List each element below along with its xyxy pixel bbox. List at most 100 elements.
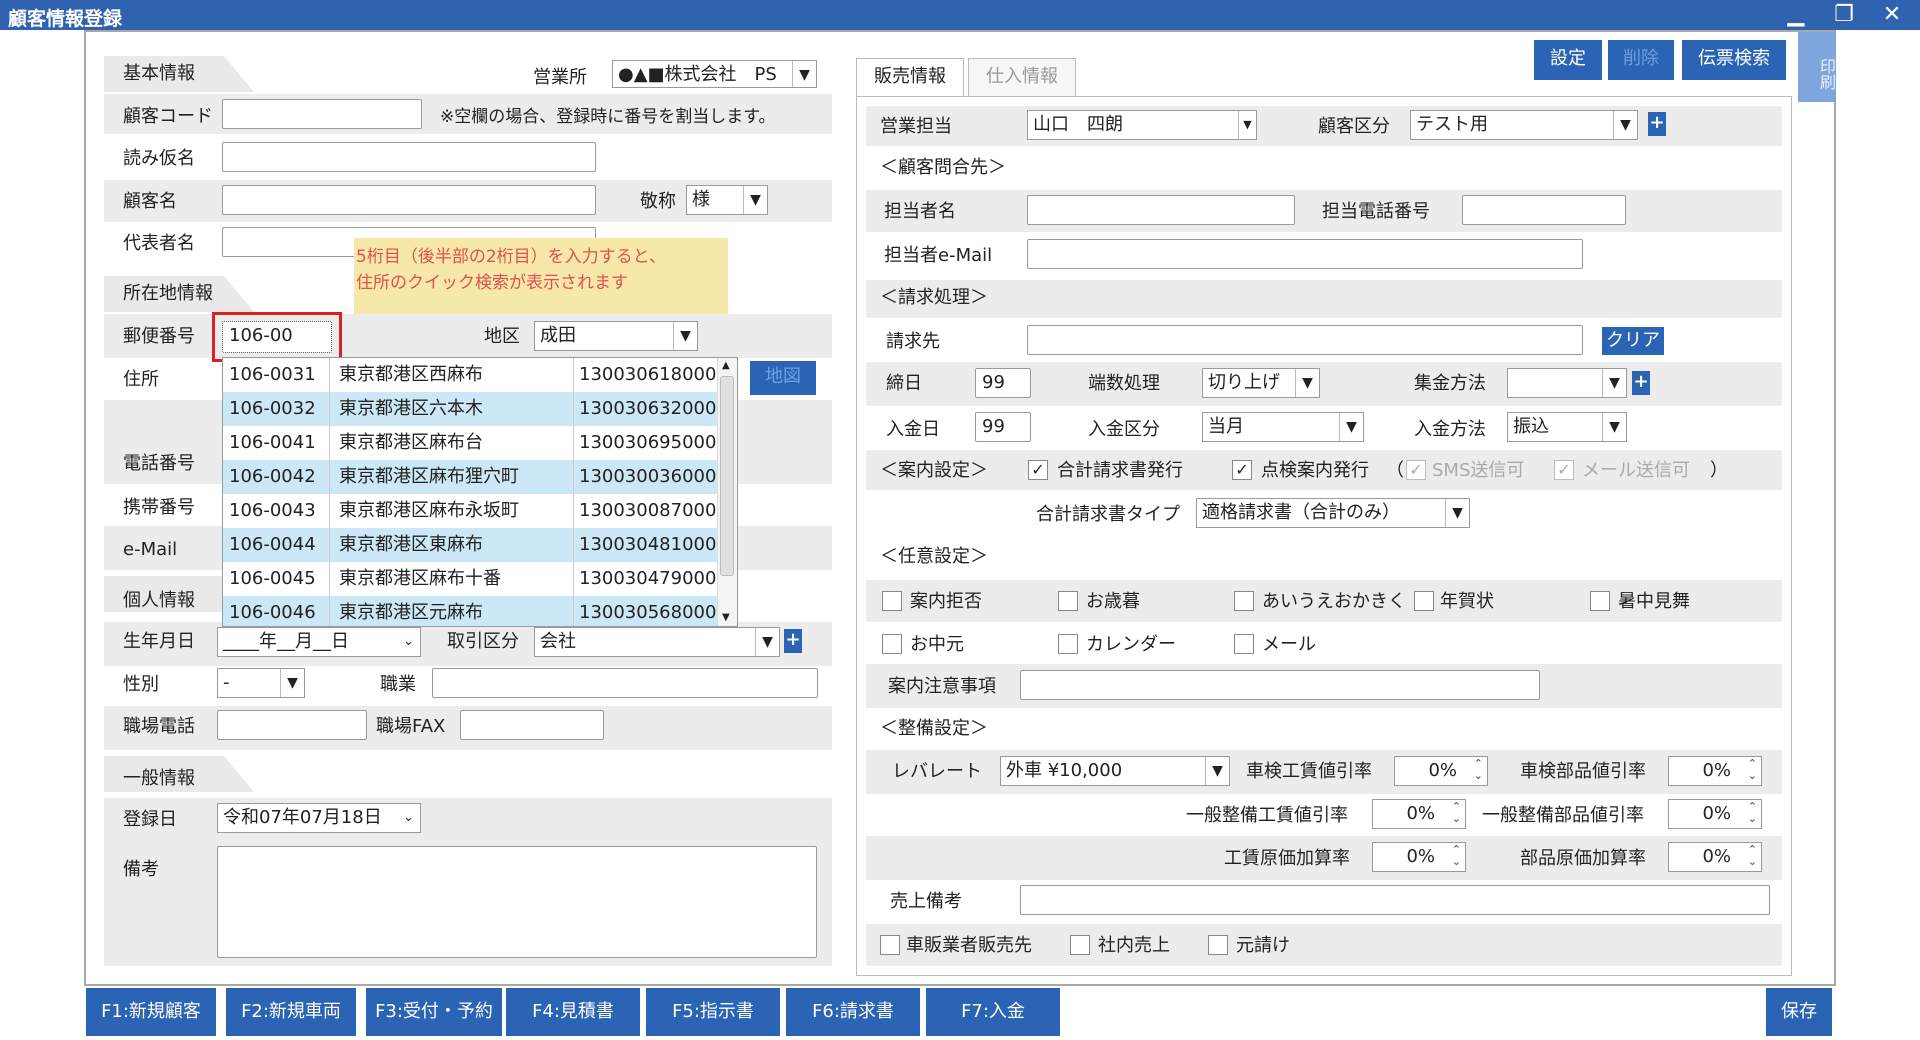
labor-markup-spinner[interactable]: 0% ⌃ ⌄ bbox=[1372, 842, 1466, 872]
payment-type-select[interactable]: 当月 ▼ bbox=[1202, 412, 1364, 442]
sales-note-input[interactable] bbox=[1020, 885, 1770, 915]
settings-button[interactable]: 設定 bbox=[1534, 40, 1602, 80]
list-item[interactable]: 106-0044 東京都港区東麻布 130030481000 bbox=[223, 528, 717, 562]
add-collection-method-button[interactable]: + bbox=[1632, 371, 1650, 395]
calendar-checkbox[interactable] bbox=[1058, 634, 1078, 654]
nenga-checkbox[interactable] bbox=[1414, 591, 1434, 611]
spinner-arrows-icon[interactable]: ⌃ ⌄ bbox=[1748, 844, 1757, 868]
general-parts-disc-spinner[interactable]: 0% ⌃ ⌄ bbox=[1668, 799, 1762, 829]
list-item[interactable]: 106-0043 東京都港区麻布永坂町 130030087000 bbox=[223, 494, 717, 528]
sms-checkbox[interactable]: ✓ bbox=[1406, 460, 1426, 480]
trade-type-select[interactable]: 会社 ▼ bbox=[534, 627, 780, 657]
refuse-guide-checkbox[interactable] bbox=[882, 591, 902, 611]
rounding-select[interactable]: 切り上げ ▼ bbox=[1202, 368, 1320, 398]
general-labor-disc-spinner[interactable]: 0% ⌃ ⌄ bbox=[1372, 799, 1466, 829]
subcontract-checkbox[interactable] bbox=[1208, 935, 1228, 955]
customer-type-select[interactable]: テスト用 ▼ bbox=[1410, 110, 1638, 140]
work-phone-input[interactable] bbox=[217, 710, 367, 740]
closing-day-input[interactable]: 99 bbox=[975, 368, 1031, 398]
scrollbar[interactable]: ▲ ▼ bbox=[717, 358, 737, 626]
parts-markup-spinner[interactable]: 0% ⌃ ⌄ bbox=[1668, 842, 1762, 872]
f5-instruction-button[interactable]: F5:指示書 bbox=[646, 988, 780, 1036]
list-item[interactable]: 106-0045 東京都港区麻布十番 130030479000 bbox=[223, 562, 717, 596]
contact-email-input[interactable] bbox=[1027, 239, 1583, 269]
f7-payment-button[interactable]: F7:入金 bbox=[926, 988, 1060, 1036]
notice-input[interactable] bbox=[1020, 670, 1540, 700]
scroll-up-icon[interactable]: ▲ bbox=[722, 360, 730, 371]
scroll-down-icon[interactable]: ▼ bbox=[722, 612, 730, 623]
mail-checkbox[interactable] bbox=[1234, 634, 1254, 654]
notes-textarea[interactable] bbox=[217, 846, 817, 958]
map-button[interactable]: 地図 bbox=[750, 361, 816, 395]
contact-phone-input[interactable] bbox=[1462, 195, 1626, 225]
restore-icon[interactable]: ❐ bbox=[1826, 0, 1862, 30]
customer-name-input[interactable] bbox=[222, 185, 596, 215]
spinner-arrows-icon[interactable]: ⌃ ⌄ bbox=[1452, 801, 1461, 825]
shochu-checkbox[interactable] bbox=[1590, 591, 1610, 611]
work-fax-input[interactable] bbox=[460, 710, 604, 740]
oseibo-checkbox[interactable] bbox=[1058, 591, 1078, 611]
birthday-picker[interactable]: ____年__月__日 ⌄ bbox=[217, 627, 421, 657]
postal-code-input[interactable]: 106-00 bbox=[222, 321, 332, 353]
inspection-guide-checkbox[interactable]: ✓ bbox=[1232, 460, 1252, 480]
kana-input[interactable] bbox=[222, 142, 596, 172]
dealer-sale-checkbox[interactable] bbox=[880, 935, 900, 955]
invoice-type-select[interactable]: 適格請求書（合計のみ） ▼ bbox=[1196, 498, 1470, 528]
customer-code-input[interactable] bbox=[222, 99, 422, 129]
bill-to-input[interactable] bbox=[1027, 325, 1583, 355]
spinner-arrows-icon[interactable]: ⌃ ⌄ bbox=[1748, 758, 1757, 782]
add-customer-type-button[interactable]: + bbox=[1648, 112, 1666, 136]
registration-date-picker[interactable]: 令和07年07月18日 ⌄ bbox=[217, 803, 421, 833]
notes-label: 備考 bbox=[123, 859, 159, 880]
postal-suggestions-dropdown: 106-0031 東京都港区西麻布 130030618000 106-0032 東京都… bbox=[222, 357, 738, 627]
save-button[interactable]: 保存 bbox=[1766, 988, 1832, 1036]
delete-button[interactable]: 削除 bbox=[1608, 40, 1674, 80]
list-item[interactable]: 106-0046 東京都港区元麻布 130030568000 bbox=[223, 596, 717, 626]
aiueo-checkbox[interactable] bbox=[1234, 591, 1254, 611]
general-info-title: 一般情報 bbox=[123, 768, 195, 789]
list-item[interactable]: 106-0032 東京都港区六本木 130030632000 bbox=[223, 392, 717, 426]
gender-select[interactable]: - ▼ bbox=[217, 668, 305, 698]
tab-sales[interactable]: 販売情報 bbox=[856, 58, 964, 96]
payment-method-select[interactable]: 振込 ▼ bbox=[1507, 412, 1627, 442]
scrollbar-thumb[interactable] bbox=[720, 376, 734, 576]
occupation-input[interactable] bbox=[432, 668, 818, 698]
print-button[interactable]: 印刷 bbox=[1798, 32, 1836, 102]
office-value: ●▲■株式会社 PS bbox=[618, 64, 777, 85]
honorific-select[interactable]: 様 ▼ bbox=[686, 185, 768, 215]
spinner-arrows-icon[interactable]: ⌃ ⌄ bbox=[1474, 758, 1483, 782]
f6-invoice-button[interactable]: F6:請求書 bbox=[786, 988, 920, 1036]
parts-markup-label: 部品原価加算率 bbox=[1520, 848, 1646, 869]
inspect-labor-disc-value: 0% bbox=[1428, 760, 1457, 781]
add-trade-type-button[interactable]: + bbox=[784, 629, 802, 653]
list-item[interactable]: 106-0041 東京都港区麻布台 130030695000 bbox=[223, 426, 717, 460]
office-select[interactable]: ●▲■株式会社 PS ▼ bbox=[612, 60, 817, 88]
chevron-down-icon: ▼ bbox=[1295, 369, 1319, 397]
spinner-arrows-icon[interactable]: ⌃ ⌄ bbox=[1748, 801, 1757, 825]
sales-staff-select[interactable]: 山口 四朗 ▼ bbox=[1027, 110, 1257, 140]
f3-reception-button[interactable]: F3:受付・予約 bbox=[366, 988, 502, 1036]
contact-name-input[interactable] bbox=[1027, 195, 1295, 225]
spinner-arrows-icon[interactable]: ⌃ ⌄ bbox=[1452, 844, 1461, 868]
mail-ok-checkbox[interactable]: ✓ bbox=[1554, 460, 1574, 480]
payment-day-input[interactable]: 99 bbox=[975, 412, 1031, 442]
tab-purchase[interactable]: 仕入情報 bbox=[968, 58, 1076, 96]
f1-new-customer-button[interactable]: F1:新規顧客 bbox=[86, 988, 216, 1036]
internal-sale-checkbox[interactable] bbox=[1070, 935, 1090, 955]
clear-button[interactable]: クリア bbox=[1602, 327, 1664, 355]
region-select[interactable]: 成田 ▼ bbox=[534, 321, 698, 351]
slip-search-button[interactable]: 伝票検索 bbox=[1682, 40, 1786, 80]
close-icon[interactable]: ✕ bbox=[1874, 0, 1910, 30]
chevron-down-icon: ▼ bbox=[755, 628, 779, 656]
total-invoice-checkbox[interactable]: ✓ bbox=[1028, 460, 1048, 480]
collection-method-select[interactable]: ▼ bbox=[1507, 368, 1627, 398]
f4-estimate-button[interactable]: F4:見積書 bbox=[506, 988, 640, 1036]
minimize-icon[interactable]: ▁ bbox=[1778, 0, 1814, 30]
f2-new-vehicle-button[interactable]: F2:新規車両 bbox=[226, 988, 356, 1036]
list-item[interactable]: 106-0042 東京都港区麻布狸穴町 130030036000 bbox=[223, 460, 717, 494]
labor-rate-select[interactable]: 外車 ¥10,000 ▼ bbox=[1000, 756, 1230, 786]
inspect-parts-disc-spinner[interactable]: 0% ⌃ ⌄ bbox=[1668, 756, 1762, 786]
ochugen-checkbox[interactable] bbox=[882, 634, 902, 654]
list-item[interactable]: 106-0031 東京都港区西麻布 130030618000 bbox=[223, 358, 717, 392]
inspect-labor-disc-spinner[interactable]: 0% ⌃ ⌄ bbox=[1394, 756, 1488, 786]
